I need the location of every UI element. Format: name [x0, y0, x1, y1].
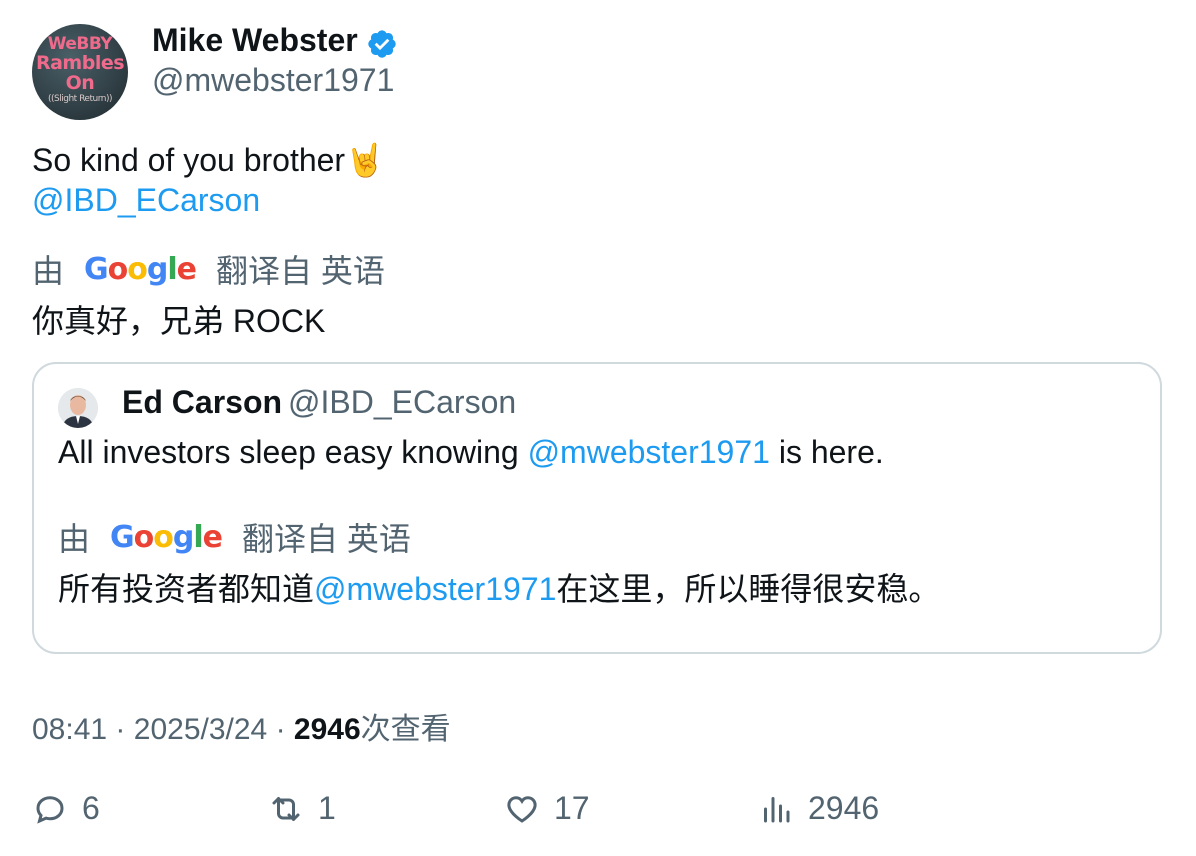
- tweet-translation: 你真好，兄弟 ROCK: [32, 303, 326, 339]
- quoted-text-after: is here.: [769, 434, 884, 470]
- quoted-mention-link[interactable]: @mwebster1971: [528, 434, 770, 470]
- author-name[interactable]: Mike Webster: [152, 22, 358, 59]
- quoted-author-handle[interactable]: @IBD_ECarson: [288, 384, 516, 420]
- translation-attribution: 由 Google 翻译自 英语: [32, 246, 385, 292]
- tweet-date[interactable]: 2025/3/24: [134, 713, 267, 746]
- heart-icon: [507, 795, 537, 823]
- reply-count: 6: [82, 790, 100, 826]
- views-button[interactable]: 2946: [758, 790, 879, 827]
- avatar-logo-line-2: Rambles: [35, 52, 125, 74]
- quoted-text-before: All investors sleep easy knowing: [58, 434, 528, 470]
- views-action-count: 2946: [808, 790, 880, 826]
- author-handle[interactable]: @mwebster1971: [152, 62, 394, 99]
- retweet-icon: [272, 796, 300, 821]
- reply-icon: [36, 795, 64, 824]
- avatar-logo-line-3: On: [65, 72, 95, 94]
- reply-button[interactable]: 6: [32, 790, 100, 827]
- bar-chart-icon: [764, 796, 790, 822]
- like-button[interactable]: 17: [504, 790, 590, 827]
- views-label: 次查看: [360, 713, 451, 746]
- retweet-button[interactable]: 1: [268, 790, 336, 827]
- meta-separator: ·: [115, 713, 126, 746]
- tweet-meta: 08:41 · 2025/3/24 · 2946次查看: [32, 704, 451, 748]
- quoted-translation-before: 所有投资者都知道: [58, 571, 315, 607]
- tweet-body-text: So kind of you brother🤘: [32, 142, 385, 178]
- quoted-author-avatar[interactable]: [58, 388, 98, 428]
- quoted-author[interactable]: Ed Carson @IBD_ECarson: [122, 384, 516, 421]
- translated-by-label: 由: [32, 253, 65, 289]
- quoted-google-logo-icon: Google: [110, 519, 223, 555]
- avatar-logo-line-1: WeBBY: [47, 34, 113, 54]
- tweet-text: So kind of you brother🤘 @IBD_ECarson: [32, 140, 385, 220]
- meta-separator: ·: [275, 713, 286, 746]
- quoted-author-name[interactable]: Ed Carson: [122, 384, 282, 420]
- google-logo-icon: Google: [84, 251, 197, 287]
- quoted-translated-from-label: 翻译自 英语: [242, 521, 411, 557]
- quoted-translation: 所有投资者都知道@mwebster1971在这里，所以睡得很安稳。: [58, 564, 940, 610]
- retweet-count: 1: [318, 790, 336, 826]
- tweet-mention-link[interactable]: @IBD_ECarson: [32, 180, 385, 220]
- author-avatar[interactable]: WeBBY Rambles On ((Slight Return)): [32, 24, 128, 120]
- tweet-time[interactable]: 08:41: [32, 713, 107, 746]
- translated-from-label: 翻译自 英语: [216, 253, 385, 289]
- quoted-translation-mention-link[interactable]: @mwebster1971: [314, 571, 556, 607]
- quoted-translated-by-label: 由: [58, 521, 91, 557]
- views-count: 2946: [293, 713, 361, 746]
- quoted-translation-after: 在这里，所以睡得很安稳。: [556, 571, 941, 607]
- verified-badge-icon[interactable]: [366, 28, 398, 60]
- like-count: 17: [554, 790, 590, 826]
- quoted-translation-attribution: 由 Google 翻译自 英语: [58, 514, 411, 560]
- avatar-logo-line-4: ((Slight Return)): [48, 94, 112, 104]
- quoted-tweet-text: All investors sleep easy knowing @mwebst…: [58, 434, 884, 471]
- person-avatar-icon: [58, 388, 98, 428]
